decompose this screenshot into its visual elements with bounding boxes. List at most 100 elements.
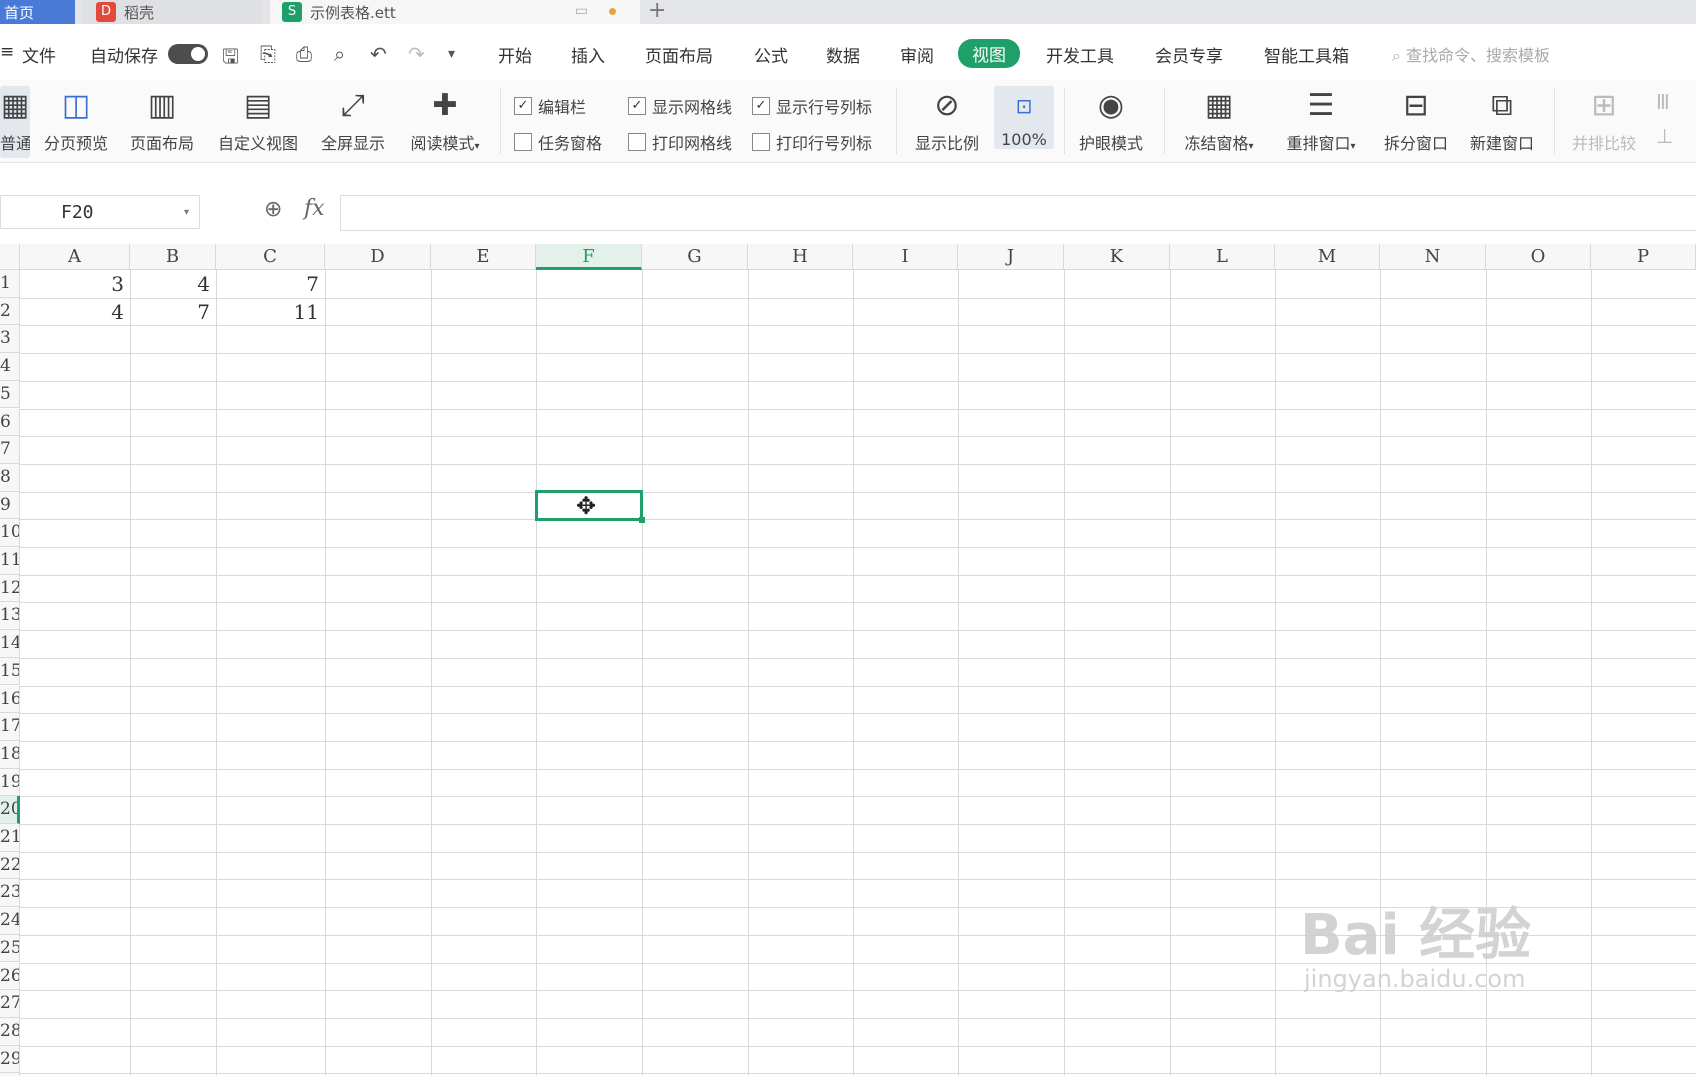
checkbox-show-gridlines[interactable]: ✓ 显示网格线 [628, 94, 732, 118]
formula-input[interactable] [340, 195, 1696, 231]
row-header-13[interactable]: 13 [0, 602, 20, 631]
cell-c1[interactable]: 7 [216, 272, 319, 296]
column-header-o[interactable]: O [1486, 244, 1591, 270]
column-header-f[interactable]: F [536, 244, 642, 270]
chevron-down-icon[interactable]: ▾ [184, 207, 189, 218]
column-header-l[interactable]: L [1170, 244, 1275, 270]
actual-size-button[interactable]: ⊡ 100% [994, 86, 1054, 149]
menu-item-developer[interactable]: 开发工具 [1046, 42, 1114, 67]
column-header-j[interactable]: J [958, 244, 1064, 270]
normal-view-button[interactable]: ▦ 普通 [0, 86, 30, 158]
menu-item-formula[interactable]: 公式 [754, 42, 788, 67]
zoom-search-icon[interactable]: ⊕ [264, 197, 282, 222]
menu-item-insert[interactable]: 插入 [571, 42, 605, 67]
row-header-12[interactable]: 12 [0, 574, 20, 603]
page-break-preview-button[interactable]: ◫ 分页预览 [40, 86, 112, 154]
checkbox-formula-bar[interactable]: ✓ 编辑栏 [514, 94, 586, 118]
row-header-3[interactable]: 3 [0, 325, 20, 354]
print-preview-icon[interactable]: ⌕ [334, 42, 345, 66]
column-header-b[interactable]: B [130, 244, 216, 270]
cell-b2[interactable]: 7 [130, 300, 210, 324]
arrange-windows-button[interactable]: ☰ 重排窗口▾ [1278, 86, 1364, 154]
cell-c2[interactable]: 11 [216, 300, 319, 324]
print-icon[interactable]: ⎙ [296, 42, 312, 66]
fullscreen-button[interactable]: ⤢ 全屏显示 [316, 86, 390, 154]
row-header-29[interactable]: 29 [0, 1045, 20, 1074]
column-header-c[interactable]: C [216, 244, 325, 270]
row-header-10[interactable]: 10 [0, 519, 20, 547]
eye-protection-button[interactable]: ◉ 护眼模式 [1074, 86, 1148, 154]
page-layout-button[interactable]: ▥ 页面布局 [126, 86, 198, 154]
row-header-18[interactable]: 18 [0, 740, 20, 769]
cell-b1[interactable]: 4 [130, 272, 210, 296]
monitor-icon[interactable]: ▭ [575, 3, 588, 19]
undo-icon[interactable]: ↶ [370, 42, 387, 66]
reading-mode-button[interactable]: ✚ 阅读模式▾ [402, 86, 488, 154]
checkbox-print-gridlines[interactable]: 打印网格线 [628, 130, 732, 154]
row-header-14[interactable]: 14 [0, 630, 20, 658]
row-header-22[interactable]: 22 [0, 851, 20, 880]
column-header-e[interactable]: E [431, 244, 536, 270]
menu-item-review[interactable]: 审阅 [900, 42, 934, 67]
column-header-g[interactable]: G [642, 244, 748, 270]
menu-item-member[interactable]: 会员专享 [1155, 42, 1223, 67]
new-tab-button[interactable]: + [648, 0, 666, 23]
autosave-toggle[interactable] [168, 44, 208, 64]
column-header-d[interactable]: D [325, 244, 431, 270]
row-header-15[interactable]: 15 [0, 657, 20, 686]
row-header-1[interactable]: 1 [0, 270, 20, 298]
checkbox-print-headers[interactable]: 打印行号列标 [752, 130, 872, 154]
redo-icon[interactable]: ↷ [408, 42, 425, 66]
tab-file[interactable]: S 示例表格.ett ▭ [270, 0, 640, 24]
row-header-23[interactable]: 23 [0, 879, 20, 908]
sync-scroll-icon[interactable]: Ⅲ [1656, 90, 1670, 114]
checkbox-task-pane[interactable]: 任务窗格 [514, 130, 602, 154]
hamburger-icon[interactable]: ≡ [0, 42, 14, 62]
row-header-8[interactable]: 8 [0, 463, 20, 492]
custom-view-button[interactable]: ▤ 自定义视图 [212, 86, 304, 154]
row-header-19[interactable]: 19 [0, 768, 20, 797]
customize-toolbar-icon[interactable]: ▾ [448, 46, 455, 62]
menu-item-smart-tools[interactable]: 智能工具箱 [1264, 42, 1349, 67]
tab-home[interactable]: 首页 [0, 0, 75, 24]
column-header-i[interactable]: I [853, 244, 958, 270]
row-header-25[interactable]: 25 [0, 934, 20, 963]
column-header-h[interactable]: H [748, 244, 853, 270]
row-header-4[interactable]: 4 [0, 353, 20, 381]
select-all-corner[interactable] [0, 244, 20, 270]
row-header-17[interactable]: 17 [0, 713, 20, 741]
export-icon[interactable]: ⎘ [260, 42, 276, 66]
menu-file[interactable]: 文件 [22, 42, 56, 67]
fx-icon[interactable]: fx [304, 196, 325, 221]
row-header-2[interactable]: 2 [0, 297, 20, 326]
row-header-5[interactable]: 5 [0, 380, 20, 409]
column-header-m[interactable]: M [1275, 244, 1380, 270]
row-header-28[interactable]: 28 [0, 1017, 20, 1046]
column-header-k[interactable]: K [1064, 244, 1170, 270]
freeze-panes-button[interactable]: ▦ 冻结窗格▾ [1176, 86, 1262, 154]
zoom-ratio-button[interactable]: ⊘ 显示比例 [910, 86, 984, 154]
column-header-p[interactable]: P [1591, 244, 1696, 270]
menu-item-page-layout[interactable]: 页面布局 [645, 42, 713, 67]
cell-a2[interactable]: 4 [20, 300, 124, 324]
menu-item-view[interactable]: 视图 [958, 39, 1020, 68]
row-header-16[interactable]: 16 [0, 685, 20, 714]
column-header-a[interactable]: A [20, 244, 130, 270]
command-search[interactable]: ⌕ 查找命令、搜索模板 [1392, 42, 1550, 66]
name-box[interactable]: F20 [0, 195, 200, 229]
row-header-20[interactable]: 20 [0, 796, 20, 824]
column-header-n[interactable]: N [1380, 244, 1486, 270]
save-icon[interactable]: 🖫 [222, 42, 239, 76]
menu-item-start[interactable]: 开始 [498, 42, 532, 67]
row-header-21[interactable]: 21 [0, 824, 20, 852]
side-by-side-button[interactable]: ⊞ 并排比较 [1568, 86, 1640, 154]
reset-position-icon[interactable]: ⊥ [1656, 124, 1673, 148]
menu-item-data[interactable]: 数据 [826, 42, 860, 67]
cell-a1[interactable]: 3 [20, 272, 124, 296]
row-header-9[interactable]: 9 [0, 491, 20, 520]
row-header-27[interactable]: 27 [0, 990, 20, 1018]
row-header-6[interactable]: 6 [0, 408, 20, 437]
new-window-button[interactable]: ⧉ 新建窗口 [1466, 86, 1538, 154]
fill-handle[interactable] [639, 517, 645, 523]
row-header-26[interactable]: 26 [0, 962, 20, 991]
